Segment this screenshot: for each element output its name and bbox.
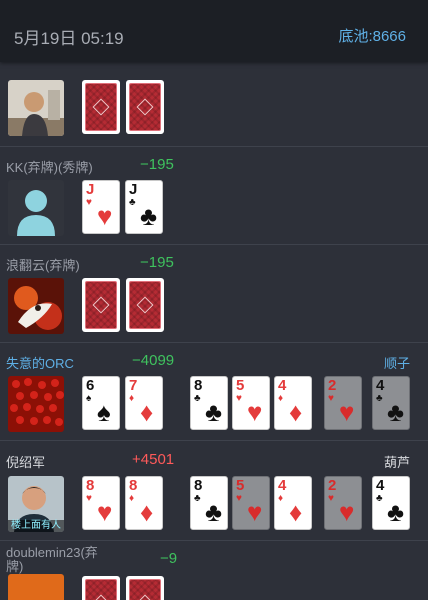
player-row-kk[interactable]: KK(弃牌)(秀牌) −195 J ♥ ♥ J ♣ ♣ <box>0 146 428 245</box>
header-bar: 5月19日 05:19 底池:8666 <box>0 0 428 62</box>
board-card-dimmed: 2 ♥ ♥ <box>324 376 362 430</box>
board-card-dimmed: 4 ♣ ♣ <box>372 376 410 430</box>
hole-card: J ♣ ♣ <box>125 180 163 234</box>
hand-rank: 葫芦 <box>383 455 410 470</box>
player-score: −4099 <box>132 352 175 369</box>
hole-card: 6 ♠ ♠ <box>82 376 120 430</box>
avatar-wolf <box>8 278 64 334</box>
avatar-man: 楼上面有人 <box>8 476 64 532</box>
player-name: 浪翻云(弃牌) <box>6 258 80 273</box>
board-card-dimmed: 2 ♥ ♥ <box>324 476 362 530</box>
player-row-nishaojun[interactable]: 倪绍军 +4501 葫芦 楼上面有人 8 ♥ ♥ 8 ♦ ♦ 8 ♣ ♣ 5 ♥ ♥ 4 ♦ ♦ 2… <box>0 440 428 541</box>
player-score: −195 <box>140 156 174 173</box>
player-name: 倪绍军 <box>6 455 46 470</box>
player-score: −9 <box>160 550 178 567</box>
avatar-child <box>8 80 64 136</box>
player-score: −195 <box>140 254 174 271</box>
card-back <box>126 576 164 600</box>
player-row-0[interactable] <box>0 62 428 147</box>
avatar-orange <box>8 574 64 600</box>
pot-total: 底池:8666 <box>338 28 406 45</box>
hole-card: 7 ♦ ♦ <box>125 376 163 430</box>
hand-rank: 顺子 <box>383 356 410 371</box>
avatar-caption: 楼上面有人 <box>8 520 64 532</box>
board-card: 8 ♣ ♣ <box>190 476 228 530</box>
board-card: 4 ♦ ♦ <box>274 476 312 530</box>
player-row-doublemin23[interactable]: doublemin23(弃牌) −9 <box>0 540 428 600</box>
board-card: 5 ♥ ♥ <box>232 376 270 430</box>
player-name: doublemin23(弃牌) <box>6 545 98 574</box>
board-card: 8 ♣ ♣ <box>190 376 228 430</box>
player-name: KK(弃牌)(秀牌) <box>6 160 93 175</box>
card-back <box>82 278 120 332</box>
date-time: 5月19日 05:19 <box>14 29 124 48</box>
player-score: +4501 <box>132 451 175 468</box>
card-back <box>126 80 164 134</box>
card-back <box>82 80 120 134</box>
avatar-default <box>8 180 64 236</box>
hole-card: J ♥ ♥ <box>82 180 120 234</box>
hole-card: 8 ♥ ♥ <box>82 476 120 530</box>
avatar-berries <box>8 376 64 432</box>
hole-card: 8 ♦ ♦ <box>125 476 163 530</box>
player-row-orc[interactable]: 失意的ORC −4099 顺子 6 ♠ ♠ 7 ♦ ♦ 8 ♣ ♣ 5 ♥ ♥ 4 ♦ ♦ 2 ♥ ♥ … <box>0 342 428 441</box>
card-back <box>126 278 164 332</box>
player-row-langfanyun[interactable]: 浪翻云(弃牌) −195 <box>0 244 428 343</box>
board-card-dimmed: 5 ♥ ♥ <box>232 476 270 530</box>
player-name: 失意的ORC <box>6 356 74 371</box>
board-card: 4 ♣ ♣ <box>372 476 410 530</box>
card-back <box>82 576 120 600</box>
board-card: 4 ♦ ♦ <box>274 376 312 430</box>
